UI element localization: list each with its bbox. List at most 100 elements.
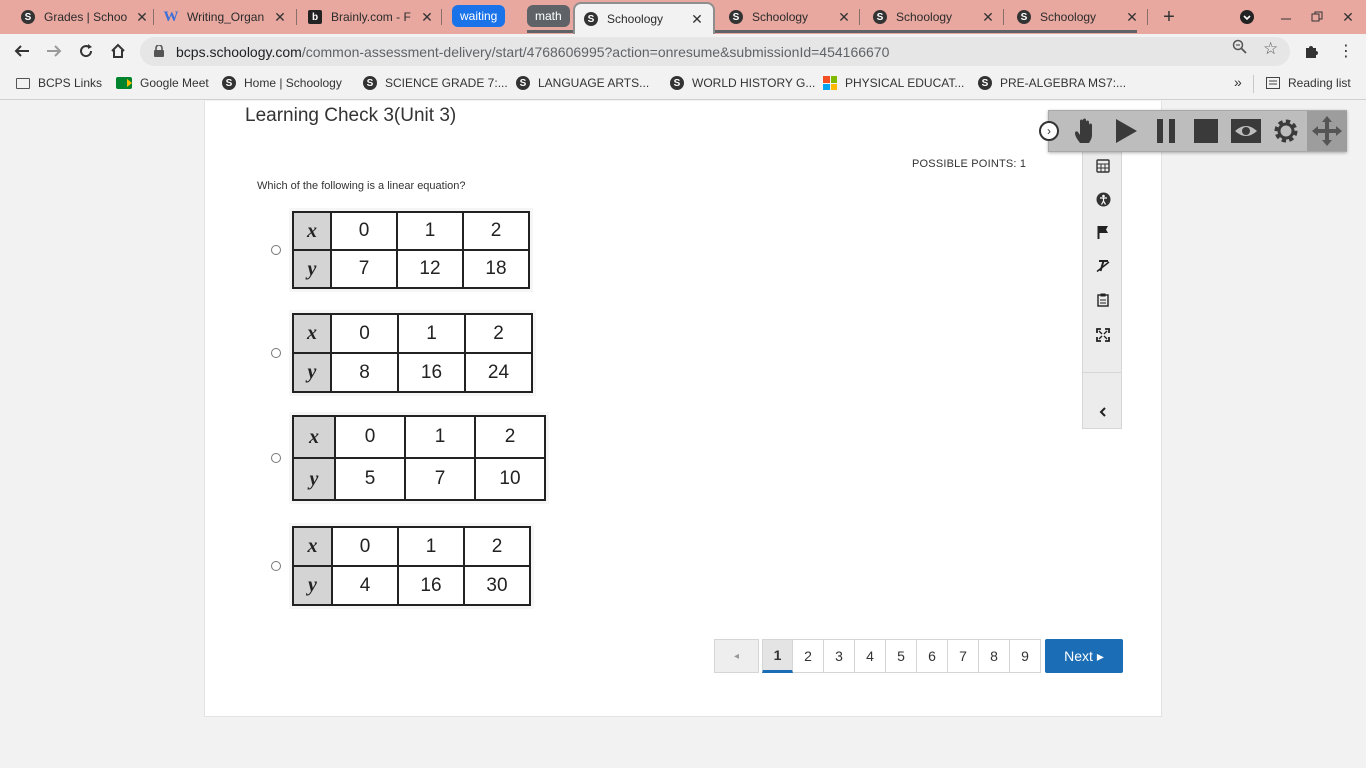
bookmark-google-meet[interactable]: Google Meet [116, 76, 209, 90]
new-tab-plus-icon[interactable]: + [1158, 6, 1180, 28]
y-value: 5 [334, 457, 406, 501]
forward-arrow-icon[interactable] [42, 39, 66, 63]
tab-schoology-2[interactable]: S Schoology ✕ [728, 4, 852, 30]
flag-icon[interactable] [1095, 224, 1111, 240]
minimize-icon[interactable] [1275, 6, 1297, 28]
tab-grades[interactable]: S Grades | Schoo ✕ [20, 4, 150, 30]
close-window-icon[interactable]: ✕ [1337, 6, 1359, 28]
choice-table-wrap: x 0 1 2 y 4 16 30 [289, 523, 534, 609]
close-icon[interactable]: ✕ [980, 9, 996, 26]
close-icon[interactable]: ✕ [689, 11, 705, 28]
close-icon[interactable]: ✕ [1124, 9, 1140, 26]
hand-pointer-icon[interactable] [1069, 116, 1099, 146]
page-button-4[interactable]: 4 [855, 639, 886, 673]
tab-search-icon[interactable] [1236, 6, 1258, 28]
back-arrow-icon[interactable] [10, 39, 34, 63]
radio-button[interactable] [271, 245, 281, 255]
schoology-icon: S [728, 9, 744, 25]
x-value: 2 [464, 313, 533, 354]
bookmark-label: PRE-ALGEBRA MS7:... [1000, 76, 1127, 90]
screen-mask-icon[interactable] [1231, 116, 1261, 146]
more-bookmarks-chevron-icon[interactable]: » [1234, 74, 1242, 90]
collapse-toolbar-icon[interactable]: › [1039, 121, 1059, 141]
tab-brainly[interactable]: b Brainly.com - F ✕ [307, 4, 435, 30]
zoom-icon[interactable] [1232, 39, 1247, 58]
collapse-left-icon[interactable] [1095, 404, 1111, 420]
page-button-2[interactable]: 2 [793, 639, 824, 673]
close-icon[interactable]: ✕ [134, 9, 150, 26]
answer-choice-d[interactable]: x 0 1 2 y 4 16 30 [271, 523, 534, 609]
page-button-7[interactable]: 7 [948, 639, 979, 673]
fullscreen-icon[interactable] [1095, 327, 1111, 343]
bookmark-pre-algebra[interactable]: S PRE-ALGEBRA MS7:... [978, 76, 1126, 90]
play-icon[interactable] [1111, 116, 1141, 146]
x-value: 2 [474, 415, 546, 459]
tab-group-waiting[interactable]: waiting [452, 5, 506, 27]
close-icon[interactable]: ✕ [836, 9, 852, 26]
y-header: y [292, 352, 332, 393]
schoology-icon: S [1016, 9, 1032, 25]
tab-title: Grades | Schoo [44, 10, 128, 24]
choice-table-wrap: x 0 1 2 y 5 7 10 [289, 412, 549, 504]
page-content: Learning Check 3(Unit 3) POSSIBLE POINTS… [0, 101, 1366, 768]
tab-schoology-active[interactable]: S Schoology ✕ [573, 2, 715, 34]
extensions-puzzle-icon[interactable] [1300, 39, 1324, 63]
page-button-9[interactable]: 9 [1010, 639, 1041, 673]
radio-button[interactable] [271, 453, 281, 463]
assessment-title: Learning Check 3(Unit 3) [245, 105, 457, 126]
next-button[interactable]: Next ▸ [1045, 639, 1123, 673]
previous-question-button[interactable]: ◂ [714, 639, 759, 673]
reading-list[interactable]: Reading list [1266, 76, 1351, 90]
radio-button[interactable] [271, 561, 281, 571]
tab-writing-organizer[interactable]: W Writing_Organ ✕ [163, 4, 288, 30]
tab-schoology-3[interactable]: S Schoology ✕ [872, 4, 996, 30]
bookmark-science[interactable]: S SCIENCE GRADE 7:... [363, 76, 508, 90]
schoology-icon: S [222, 76, 236, 90]
reload-icon[interactable] [74, 39, 98, 63]
page-button-1[interactable]: 1 [762, 639, 793, 673]
answer-choice-a[interactable]: x 0 1 2 y 7 12 18 [271, 208, 533, 292]
settings-icon[interactable] [1271, 116, 1301, 146]
answer-choice-b[interactable]: x 0 1 2 y 8 16 24 [271, 310, 536, 396]
close-icon[interactable]: ✕ [419, 9, 435, 26]
y-value: 16 [397, 352, 466, 393]
move-icon[interactable] [1307, 111, 1347, 151]
bookmark-label: LANGUAGE ARTS... [538, 76, 650, 90]
stop-icon[interactable] [1191, 116, 1221, 146]
page-button-6[interactable]: 6 [917, 639, 948, 673]
x-header: x [292, 313, 332, 354]
calculator-icon[interactable] [1095, 158, 1111, 174]
bookmark-star-icon[interactable]: ☆ [1263, 39, 1278, 59]
y-value: 18 [462, 249, 530, 289]
choice-table-wrap: x 0 1 2 y 8 16 24 [289, 310, 536, 396]
x-value: 0 [330, 211, 398, 251]
choice-table-wrap: x 0 1 2 y 7 12 18 [289, 208, 533, 292]
x-value: 2 [462, 211, 530, 251]
bookmark-world-history[interactable]: S WORLD HISTORY G... [670, 76, 815, 90]
radio-button[interactable] [271, 348, 281, 358]
bookmark-home-schoology[interactable]: S Home | Schoology [222, 76, 342, 90]
address-bar[interactable]: bcps.schoology.com/common-assessment-del… [140, 37, 1290, 66]
page-button-3[interactable]: 3 [824, 639, 855, 673]
notepad-icon[interactable] [1095, 292, 1111, 308]
tab-title: Schoology [752, 10, 809, 24]
restore-icon[interactable] [1306, 6, 1328, 28]
clear-format-icon[interactable] [1095, 258, 1111, 274]
more-menu-icon[interactable]: ⋮ [1334, 39, 1358, 63]
page-button-8[interactable]: 8 [979, 639, 1010, 673]
close-icon[interactable]: ✕ [272, 9, 288, 26]
tab-group-math[interactable]: math [527, 5, 570, 27]
page-button-5[interactable]: 5 [886, 639, 917, 673]
tab-schoology-4[interactable]: S Schoology ✕ [1016, 4, 1140, 30]
x-value: 0 [334, 415, 406, 459]
home-icon[interactable] [106, 39, 130, 63]
folder-icon [16, 77, 30, 89]
bookmark-physical-education[interactable]: PHYSICAL EDUCAT... [823, 76, 964, 90]
y-header: y [292, 249, 332, 289]
accessibility-icon[interactable] [1095, 191, 1111, 207]
bookmark-language-arts[interactable]: S LANGUAGE ARTS... [516, 76, 649, 90]
bookmark-bcps-links[interactable]: BCPS Links [16, 76, 102, 90]
lock-icon[interactable] [154, 43, 164, 60]
pause-icon[interactable] [1151, 116, 1181, 146]
answer-choice-c[interactable]: x 0 1 2 y 5 7 10 [271, 412, 549, 504]
